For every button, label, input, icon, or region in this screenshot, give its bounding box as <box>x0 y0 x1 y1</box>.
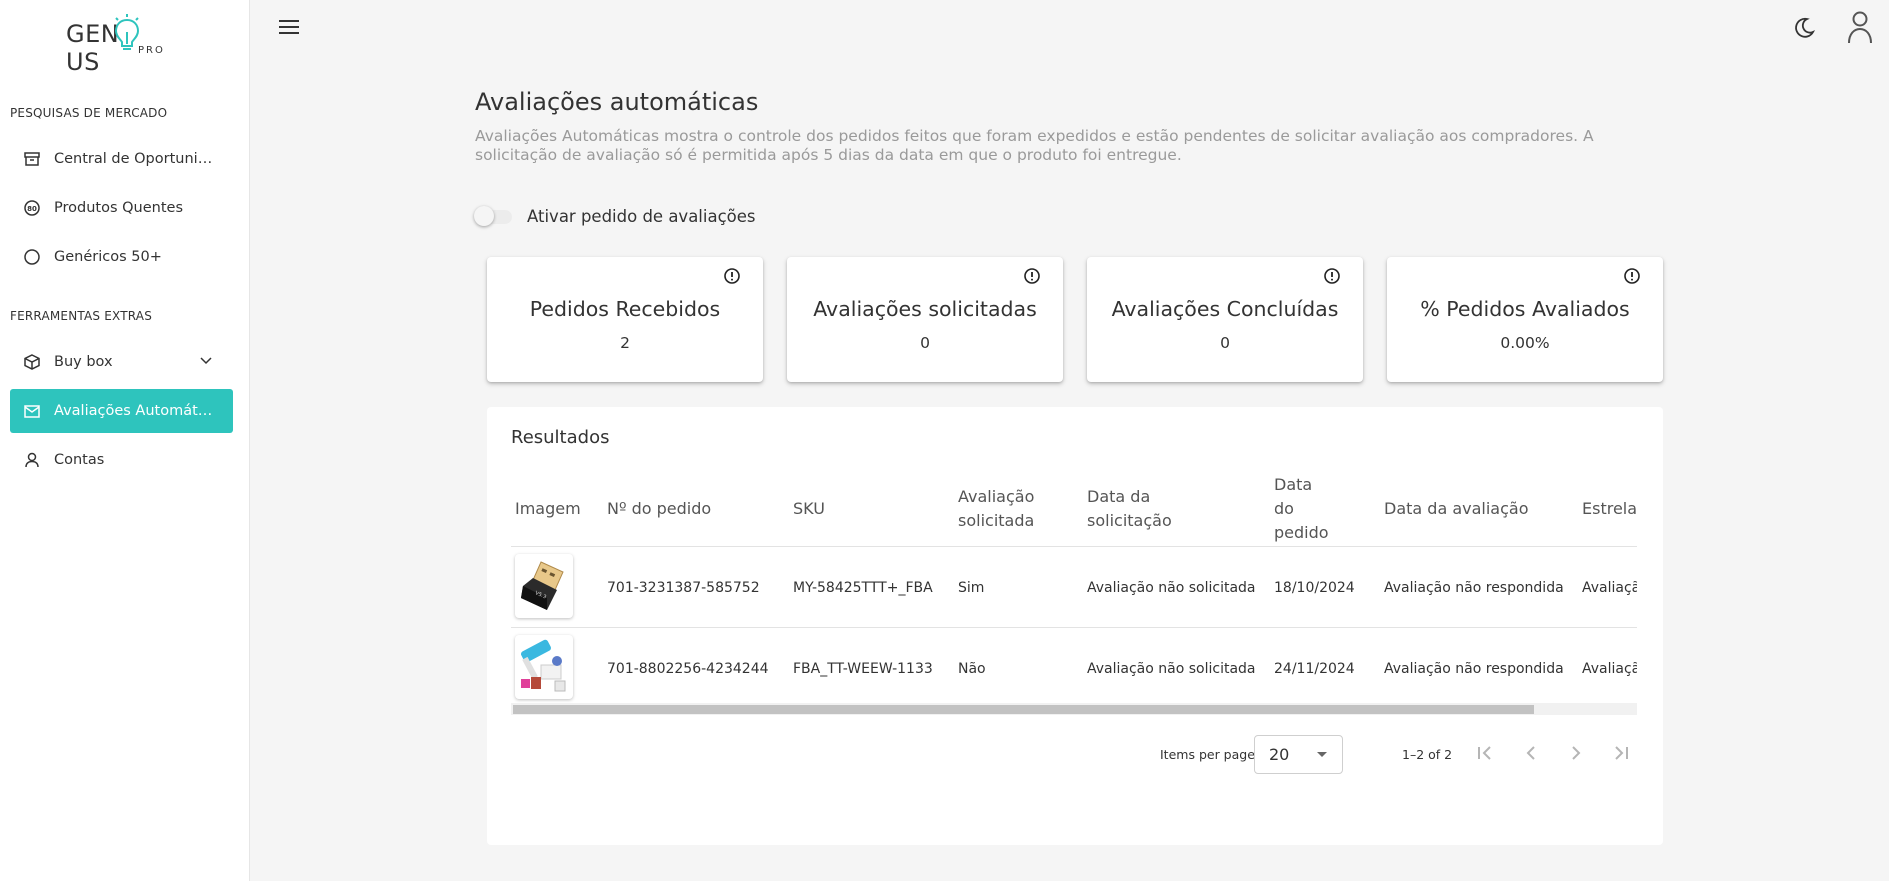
horizontal-scrollbar[interactable] <box>511 703 1637 715</box>
results-panel: Resultados Imagem Nº do pedido SKU Avali… <box>487 407 1663 845</box>
cell-review-requested: Não <box>958 661 986 677</box>
box-icon <box>23 353 41 371</box>
first-page-icon[interactable] <box>1473 741 1497 765</box>
cell-order-no: 701-8802256-4234244 <box>607 661 769 677</box>
previous-page-icon[interactable] <box>1519 741 1543 765</box>
card-title: Avaliações solicitadas <box>813 297 1037 321</box>
col-header-review-requested[interactable]: Avaliação solicitada <box>958 485 1048 533</box>
moon-icon[interactable] <box>1792 16 1816 40</box>
next-page-icon[interactable] <box>1564 741 1588 765</box>
card-value: 0 <box>1220 334 1230 352</box>
sidebar-item-label: Contas <box>54 452 105 468</box>
caret-down-icon <box>1317 752 1327 757</box>
cell-sku: FBA_TT-WEEW-1133 <box>793 661 933 677</box>
col-header-order-date[interactable]: Data do pedido <box>1274 473 1329 545</box>
card-title: % Pedidos Avaliados <box>1420 297 1630 321</box>
svg-text:80: 80 <box>27 205 37 213</box>
lightbulb-icon <box>114 14 140 50</box>
cell-order-date: 24/11/2024 <box>1274 661 1355 677</box>
info-icon[interactable] <box>1323 267 1341 285</box>
section-title-market-research: PESQUISAS DE MERCADO <box>10 106 168 120</box>
card-title: Pedidos Recebidos <box>529 297 721 321</box>
logo-subtitle: PRO <box>138 45 165 56</box>
user-icon <box>23 451 41 469</box>
mail-icon <box>23 402 41 420</box>
sidebar-item-avaliacoes-automaticas[interactable]: Avaliações Automáticas <box>10 389 233 433</box>
sidebar-item-genericos[interactable]: Genéricos 50+ <box>10 235 233 279</box>
cell-sku: MY-58425TTT+_FBA <box>793 580 933 596</box>
card-value: 0 <box>920 334 930 352</box>
sidebar-item-contas[interactable]: Contas <box>10 438 233 482</box>
sidebar-item-central-oportunidades[interactable]: Central de Oportunidades <box>10 137 233 181</box>
scrollbar-thumb[interactable] <box>513 705 1534 714</box>
sidebar-item-buy-box[interactable]: Buy box <box>10 340 233 384</box>
info-icon[interactable] <box>1623 267 1641 285</box>
sidebar-item-produtos-quentes[interactable]: 80 Produtos Quentes <box>10 186 233 230</box>
card-value: 2 <box>620 334 630 352</box>
col-header-review-date[interactable]: Data da avaliação <box>1384 497 1529 521</box>
product-image-usb-adapter[interactable]: V5.3 <box>515 554 573 618</box>
cell-stars: Avaliação <box>1582 580 1637 596</box>
chevron-down-icon[interactable] <box>199 353 213 367</box>
col-header-image: Imagem <box>515 499 581 518</box>
card-avaliacoes-concluidas: Avaliações Concluídas 0 <box>1087 257 1363 382</box>
cell-stars: Avaliação <box>1582 661 1637 677</box>
card-value: 0.00% <box>1500 334 1550 352</box>
toggle-thumb <box>474 206 494 226</box>
items-per-page-label: Items per page: <box>1160 747 1260 762</box>
items-per-page-select[interactable]: 20 <box>1254 735 1343 774</box>
card-title: Avaliações Concluídas <box>1111 297 1339 321</box>
section-title-extra-tools: FERRAMENTAS EXTRAS <box>10 309 153 323</box>
product-image-lint-roller[interactable] <box>515 635 573 699</box>
cell-review-date: Avaliação não respondida <box>1384 580 1564 596</box>
pagination-range: 1–2 of 2 <box>1402 747 1453 762</box>
cell-review-date: Avaliação não respondida <box>1384 661 1564 677</box>
cell-request-date: Avaliação não solicitada <box>1087 580 1256 596</box>
sidebar-item-label: Central de Oportunidades <box>54 151 214 167</box>
col-header-order-no[interactable]: Nº do pedido <box>607 497 711 521</box>
circle-icon <box>23 248 41 266</box>
review-request-toggle[interactable] <box>474 205 514 227</box>
sidebar: GENUS PRO PESQUISAS DE MERCADO Central d… <box>0 0 250 881</box>
cell-request-date: Avaliação não solicitada <box>1087 661 1256 677</box>
toggle-label: Ativar pedido de avaliações <box>527 207 756 226</box>
page-description: Avaliações Automáticas mostra o controle… <box>475 127 1594 164</box>
archive-icon <box>23 150 41 168</box>
sidebar-item-label: Buy box <box>54 354 113 370</box>
sidebar-item-label: Genéricos 50+ <box>54 249 162 265</box>
header-divider <box>511 546 1637 547</box>
card-pedidos-avaliados: % Pedidos Avaliados 0.00% <box>1387 257 1663 382</box>
items-per-page-value: 20 <box>1269 745 1290 764</box>
cell-order-no: 701-3231387-585752 <box>607 580 760 596</box>
cell-review-requested: Sim <box>958 580 985 596</box>
results-table: Imagem Nº do pedido SKU Avaliação solici… <box>511 463 1637 723</box>
hot-badge-icon: 80 <box>23 199 41 217</box>
cell-order-date: 18/10/2024 <box>1274 580 1355 596</box>
info-icon[interactable] <box>1023 267 1041 285</box>
genius-pro-logo[interactable]: GENUS PRO <box>66 14 176 76</box>
results-title: Resultados <box>511 427 610 448</box>
page-title: Avaliações automáticas <box>475 88 759 116</box>
row-divider <box>511 627 1637 628</box>
col-header-stars[interactable]: Estrelas <box>1582 497 1637 521</box>
user-icon[interactable] <box>1846 10 1874 44</box>
hamburger-icon[interactable] <box>279 17 301 37</box>
col-header-sku[interactable]: SKU <box>793 497 825 521</box>
info-icon[interactable] <box>723 267 741 285</box>
sidebar-item-label: Avaliações Automáticas <box>54 403 214 419</box>
card-avaliacoes-solicitadas: Avaliações solicitadas 0 <box>787 257 1063 382</box>
card-pedidos-recebidos: Pedidos Recebidos 2 <box>487 257 763 382</box>
last-page-icon[interactable] <box>1609 741 1633 765</box>
col-header-request-date[interactable]: Data da solicitação <box>1087 485 1197 533</box>
sidebar-item-label: Produtos Quentes <box>54 200 183 216</box>
